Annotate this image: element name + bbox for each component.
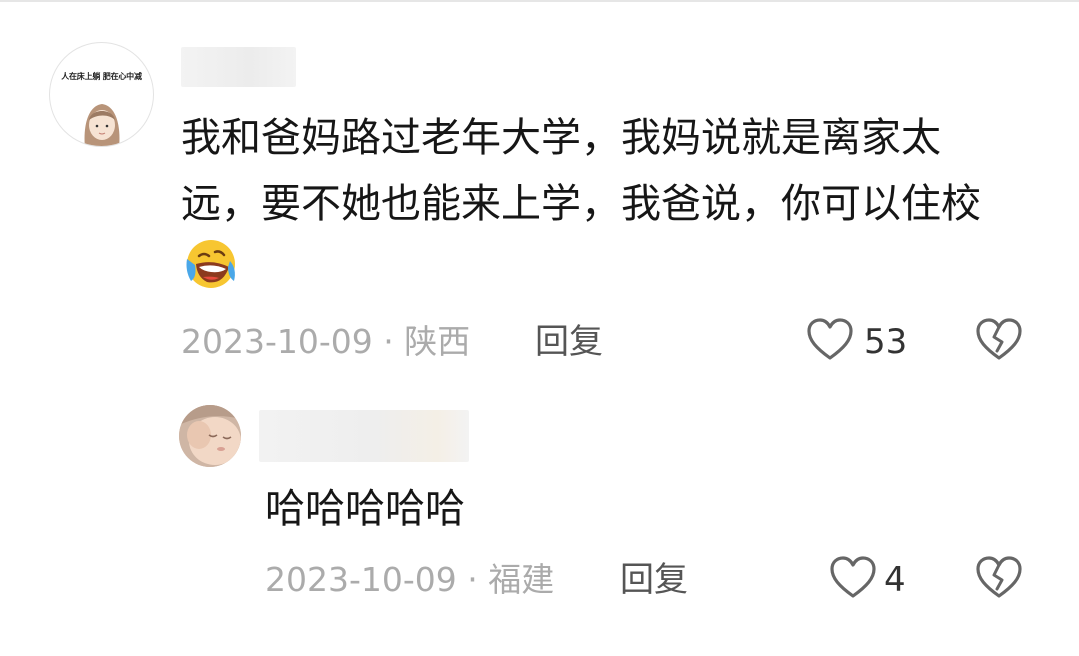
- meta-separator: ·: [456, 560, 489, 599]
- reply-date: 2023-10-09: [265, 560, 457, 599]
- comment-body: 我和爸妈路过老年大学，我妈说就是离家太远，要不她也能来上学，我爸说，你可以住校: [181, 115, 981, 227]
- reply-avatar[interactable]: [179, 405, 241, 467]
- comment-meta: 2023-10-09 · 陕西: [181, 322, 470, 362]
- meta-separator: ·: [372, 322, 405, 361]
- reply-text: 哈哈哈哈哈: [265, 486, 465, 532]
- comment-date: 2023-10-09: [181, 322, 373, 361]
- dislike-broken-heart-icon[interactable]: [975, 556, 1023, 600]
- comment-location: 陕西: [404, 322, 471, 361]
- username-blurred[interactable]: [181, 47, 296, 87]
- reply-button[interactable]: 回复: [620, 560, 688, 600]
- reply-username-blurred[interactable]: [259, 410, 469, 462]
- reply-button[interactable]: 回复: [535, 322, 603, 362]
- laughing-crying-emoji-icon: [186, 240, 235, 288]
- comment-text: 我和爸妈路过老年大学，我妈说就是离家太远，要不她也能来上学，我爸说，你可以住校: [181, 105, 1011, 305]
- top-divider: [0, 0, 1079, 2]
- dislike-broken-heart-icon[interactable]: [975, 318, 1023, 362]
- like-heart-icon[interactable]: [829, 556, 877, 600]
- reply-location: 福建: [488, 560, 555, 599]
- avatar-caption: 人在床上躺 肥在心中减: [61, 72, 142, 81]
- like-count: 53: [864, 322, 908, 362]
- baby-avatar-icon: [179, 405, 241, 467]
- avatar[interactable]: 人在床上躺 肥在心中减: [49, 42, 154, 147]
- like-heart-icon[interactable]: [806, 318, 854, 362]
- girl-avatar-icon: [84, 104, 120, 146]
- reply-meta: 2023-10-09 · 福建: [265, 560, 554, 600]
- reply-like-count: 4: [884, 560, 906, 600]
